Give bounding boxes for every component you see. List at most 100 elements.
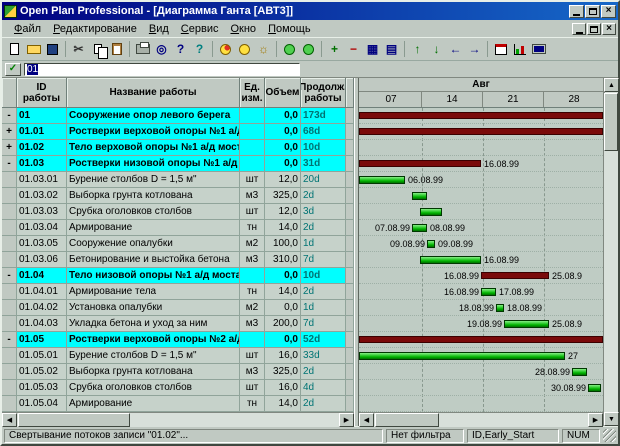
gantt-hscrollbar[interactable]: ◀ ▶ [359,412,603,427]
gantt-scroll-right-button[interactable]: ▶ [588,413,603,427]
close-button[interactable]: × [601,5,616,18]
resize-grip[interactable] [603,429,616,442]
table-row[interactable]: 01.03.06Бетонирование и выстойка бетонам… [2,252,354,268]
summary-bar[interactable] [481,272,549,279]
task-bar[interactable] [496,304,504,312]
table-hscroll-thumb[interactable] [18,413,130,427]
print-button[interactable] [133,39,152,59]
edit-input[interactable]: 01 [24,63,300,76]
row-collapse-toggle[interactable]: + [2,140,17,156]
title-bar[interactable]: Open Plan Professional - [Диаграмма Гант… [2,2,618,20]
row-collapse-toggle[interactable]: - [2,108,17,124]
gantt-row[interactable]: 27 [359,348,603,364]
context-help-button[interactable]: ? [190,39,209,59]
gantt-row[interactable]: 16.08.9925.08.9 [359,268,603,284]
save-button[interactable] [43,39,62,59]
scroll-down-button[interactable]: ▼ [604,412,619,426]
monitor-button[interactable] [529,39,548,59]
task-bar[interactable] [504,320,549,328]
task-bar[interactable] [359,176,405,184]
gantt-row[interactable]: 07.08.9908.08.99 [359,220,603,236]
gantt-row[interactable] [359,108,603,124]
help-button[interactable]: ? [171,39,190,59]
mdi-close-button[interactable]: × [602,23,616,35]
summary-bar[interactable] [359,128,603,135]
gantt-row[interactable]: 06.08.99 [359,172,603,188]
gantt-hscroll-thumb[interactable] [375,413,439,427]
grid-view-button[interactable]: ▦ [363,39,382,59]
table-scroll-right-button[interactable]: ▶ [339,413,354,427]
clock-green-button[interactable] [280,39,299,59]
gantt-row[interactable]: 19.08.9925.08.9 [359,316,603,332]
table-row[interactable]: -01.03Ростверки низовой опоры №1 а/д м0,… [2,156,354,172]
delete-activity-button[interactable]: − [344,39,363,59]
gantt-scroll-left-button[interactable]: ◀ [359,413,374,427]
vscroll-track[interactable] [604,92,618,412]
gantt-row[interactable] [359,188,603,204]
table-hscrollbar[interactable]: ◀ ▶ [2,412,354,427]
clock-green-2-button[interactable] [299,39,318,59]
summary-bar[interactable] [359,336,603,343]
calendar-button[interactable] [491,39,510,59]
table-row[interactable]: 01.03.01Бурение столбов D = 1,5 м"шт12,0… [2,172,354,188]
task-bar[interactable] [420,256,481,264]
menu-item[interactable]: Вид [143,22,175,36]
column-header-duration[interactable]: Продолж. работы [301,78,346,108]
new-button[interactable] [5,39,24,59]
column-header-collapse[interactable] [2,78,17,108]
gantt-row[interactable]: 30.08.99 [359,380,603,396]
summary-bar[interactable] [359,112,603,119]
table-row[interactable]: 01.03.05Сооружение опалубким2100,01d [2,236,354,252]
task-bar[interactable] [481,288,496,296]
task-bar[interactable] [420,208,442,216]
row-collapse-toggle[interactable]: - [2,156,17,172]
menu-item[interactable]: Файл [8,22,47,36]
copy-button[interactable] [88,39,107,59]
add-activity-button[interactable]: + [325,39,344,59]
table-scroll-left-button[interactable]: ◀ [2,413,17,427]
indent-button[interactable]: → [465,39,484,59]
task-bar[interactable] [359,352,565,360]
gantt-hscroll-track[interactable] [374,413,588,427]
table-row[interactable]: -01.05Ростверки верховой опоры №2 а/д0,0… [2,332,354,348]
table-row[interactable]: 01.05.01Бурение столбов D = 1,5 м"шт16,0… [2,348,354,364]
move-up-button[interactable]: ↑ [408,39,427,59]
table-row[interactable]: 01.04.02Установка опалубким20,01d [2,300,354,316]
row-collapse-toggle[interactable]: - [2,332,17,348]
confirm-edit-button[interactable]: ✓ [5,63,21,76]
gantt-row[interactable]: 16.08.99 [359,156,603,172]
table-hscroll-track[interactable] [17,413,339,427]
task-bar[interactable] [588,384,601,392]
table-row[interactable]: 01.05.02Выборка грунта котлованам3325,02… [2,364,354,380]
gantt-row[interactable]: 09.08.9909.08.99 [359,236,603,252]
gantt-row[interactable] [359,204,603,220]
menu-item[interactable]: Окно [224,22,262,36]
menu-item[interactable]: Сервис [175,22,225,36]
restore-button[interactable] [585,5,600,18]
table-row[interactable]: 01.05.04Армированиетн14,02d [2,396,354,412]
outdent-button[interactable]: ← [446,39,465,59]
move-down-button[interactable]: ↓ [427,39,446,59]
mdi-restore-button[interactable] [587,23,601,35]
table-row[interactable]: -01.04Тело низовой опоры №1 а/д моста0,0… [2,268,354,284]
gantt-row[interactable] [359,332,603,348]
clock-yellow-button[interactable] [235,39,254,59]
task-bar[interactable] [427,240,435,248]
sun-button[interactable]: ☼ [254,39,273,59]
column-header-name[interactable]: Название работы [67,78,240,108]
bar-chart-button[interactable] [510,39,529,59]
row-collapse-toggle[interactable]: + [2,124,17,140]
open-button[interactable] [24,39,43,59]
app-icon[interactable] [4,5,17,18]
column-header-unit[interactable]: Ед. изм. [240,78,265,108]
table-row[interactable]: +01.01Ростверки верховой опоры №1 а/д0,0… [2,124,354,140]
gantt-row[interactable] [359,140,603,156]
list-view-button[interactable]: ▤ [382,39,401,59]
vscroll-thumb[interactable] [604,93,618,151]
paste-button[interactable] [107,39,126,59]
menu-item[interactable]: Помощь [262,22,317,36]
gantt-row[interactable]: 18.08.9918.08.99 [359,300,603,316]
table-row[interactable]: 01.05.03Срубка оголовков столбовшт16,04d [2,380,354,396]
menu-item[interactable]: Редактирование [47,22,143,36]
table-row[interactable]: 01.04.03Укладка бетона и уход за нимм320… [2,316,354,332]
